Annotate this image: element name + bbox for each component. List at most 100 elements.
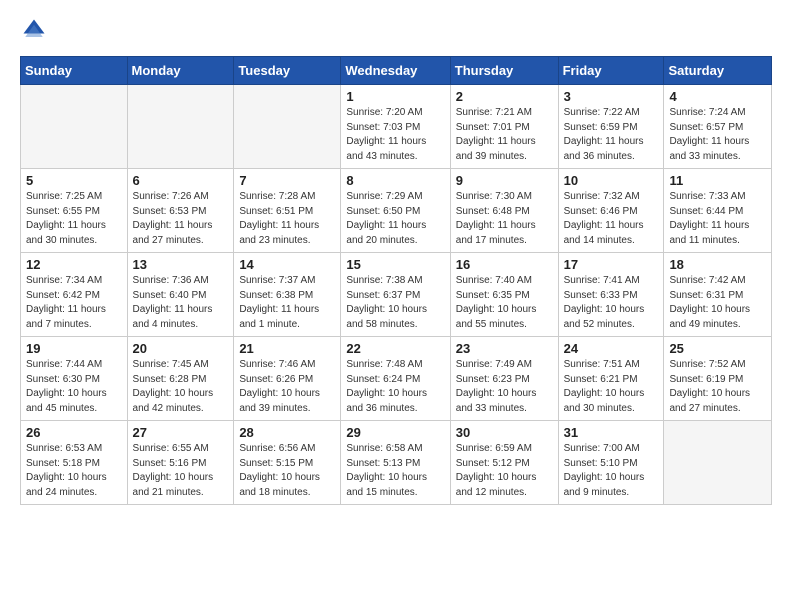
col-header-sunday: Sunday	[21, 57, 128, 85]
day-info: Sunrise: 7:21 AM Sunset: 7:01 PM Dayligh…	[456, 106, 553, 164]
day-info: Sunrise: 7:49 AM Sunset: 6:23 PM Dayligh…	[456, 358, 553, 416]
day-cell: 30 Sunrise: 6:59 AM Sunset: 5:12 PM Dayli…	[450, 421, 558, 505]
day-info: Sunrise: 6:59 AM Sunset: 5:12 PM Dayligh…	[456, 442, 553, 500]
day-number: 5	[26, 173, 122, 188]
logo-icon	[20, 16, 48, 44]
day-cell: 29Sunrise: 6:58 AM Sunset: 5:13 PM Dayli…	[341, 421, 450, 505]
day-cell: 13 Sunrise: 7:36 AM Sunset: 6:40 PM Dayli…	[127, 253, 234, 337]
day-number: 24	[564, 341, 659, 356]
day-info: Sunrise: 7:46 AM Sunset: 6:26 PM Dayligh…	[239, 358, 335, 416]
week-row-2: 5 Sunrise: 7:25 AM Sunset: 6:55 PM Daylig…	[21, 169, 772, 253]
day-cell	[664, 421, 772, 505]
day-number: 23	[456, 341, 553, 356]
day-number: 11	[669, 173, 766, 188]
day-number: 25	[669, 341, 766, 356]
day-cell: 21 Sunrise: 7:46 AM Sunset: 6:26 PM Dayli…	[234, 337, 341, 421]
day-info: Sunrise: 7:24 AM Sunset: 6:57 PM Dayligh…	[669, 106, 766, 164]
week-row-5: 26 Sunrise: 6:53 AM Sunset: 5:18 PM Dayli…	[21, 421, 772, 505]
day-info: Sunrise: 7:28 AM Sunset: 6:51 PM Dayligh…	[239, 190, 335, 248]
day-number: 30	[456, 425, 553, 440]
day-cell: 7 Sunrise: 7:28 AM Sunset: 6:51 PM Daylig…	[234, 169, 341, 253]
day-cell: 5 Sunrise: 7:25 AM Sunset: 6:55 PM Daylig…	[21, 169, 128, 253]
calendar-header-row: SundayMondayTuesdayWednesdayThursdayFrid…	[21, 57, 772, 85]
day-cell	[234, 85, 341, 169]
day-number: 12	[26, 257, 122, 272]
col-header-monday: Monday	[127, 57, 234, 85]
col-header-friday: Friday	[558, 57, 664, 85]
day-info: Sunrise: 7:38 AM Sunset: 6:37 PM Dayligh…	[346, 274, 444, 332]
day-info: Sunrise: 7:00 AM Sunset: 5:10 PM Dayligh…	[564, 442, 659, 500]
week-row-3: 12Sunrise: 7:34 AM Sunset: 6:42 PM Dayli…	[21, 253, 772, 337]
day-info: Sunrise: 7:33 AM Sunset: 6:44 PM Dayligh…	[669, 190, 766, 248]
day-cell: 4 Sunrise: 7:24 AM Sunset: 6:57 PM Daylig…	[664, 85, 772, 169]
day-info: Sunrise: 7:25 AM Sunset: 6:55 PM Dayligh…	[26, 190, 122, 248]
day-cell: 20 Sunrise: 7:45 AM Sunset: 6:28 PM Dayli…	[127, 337, 234, 421]
day-number: 17	[564, 257, 659, 272]
day-cell: 23 Sunrise: 7:49 AM Sunset: 6:23 PM Dayli…	[450, 337, 558, 421]
day-cell	[127, 85, 234, 169]
day-cell: 24 Sunrise: 7:51 AM Sunset: 6:21 PM Dayli…	[558, 337, 664, 421]
day-info: Sunrise: 6:55 AM Sunset: 5:16 PM Dayligh…	[133, 442, 229, 500]
day-number: 14	[239, 257, 335, 272]
day-info: Sunrise: 7:32 AM Sunset: 6:46 PM Dayligh…	[564, 190, 659, 248]
day-info: Sunrise: 7:30 AM Sunset: 6:48 PM Dayligh…	[456, 190, 553, 248]
day-cell: 9Sunrise: 7:30 AM Sunset: 6:48 PM Daylig…	[450, 169, 558, 253]
day-cell: 17Sunrise: 7:41 AM Sunset: 6:33 PM Dayli…	[558, 253, 664, 337]
col-header-tuesday: Tuesday	[234, 57, 341, 85]
calendar-table: SundayMondayTuesdayWednesdayThursdayFrid…	[20, 56, 772, 505]
day-cell: 11 Sunrise: 7:33 AM Sunset: 6:44 PM Dayli…	[664, 169, 772, 253]
day-number: 3	[564, 89, 659, 104]
day-number: 26	[26, 425, 122, 440]
day-number: 1	[346, 89, 444, 104]
day-info: Sunrise: 7:26 AM Sunset: 6:53 PM Dayligh…	[133, 190, 229, 248]
day-info: Sunrise: 7:42 AM Sunset: 6:31 PM Dayligh…	[669, 274, 766, 332]
day-cell	[21, 85, 128, 169]
day-info: Sunrise: 7:52 AM Sunset: 6:19 PM Dayligh…	[669, 358, 766, 416]
day-info: Sunrise: 7:51 AM Sunset: 6:21 PM Dayligh…	[564, 358, 659, 416]
day-number: 7	[239, 173, 335, 188]
header	[20, 16, 772, 44]
day-number: 21	[239, 341, 335, 356]
day-cell: 12Sunrise: 7:34 AM Sunset: 6:42 PM Dayli…	[21, 253, 128, 337]
day-number: 13	[133, 257, 229, 272]
page: SundayMondayTuesdayWednesdayThursdayFrid…	[0, 0, 792, 525]
day-cell: 16 Sunrise: 7:40 AM Sunset: 6:35 PM Dayli…	[450, 253, 558, 337]
day-cell: 14Sunrise: 7:37 AM Sunset: 6:38 PM Dayli…	[234, 253, 341, 337]
day-number: 29	[346, 425, 444, 440]
day-number: 20	[133, 341, 229, 356]
day-cell: 1Sunrise: 7:20 AM Sunset: 7:03 PM Daylig…	[341, 85, 450, 169]
day-info: Sunrise: 6:53 AM Sunset: 5:18 PM Dayligh…	[26, 442, 122, 500]
day-info: Sunrise: 6:56 AM Sunset: 5:15 PM Dayligh…	[239, 442, 335, 500]
day-cell: 28 Sunrise: 6:56 AM Sunset: 5:15 PM Dayli…	[234, 421, 341, 505]
day-number: 10	[564, 173, 659, 188]
day-cell: 10 Sunrise: 7:32 AM Sunset: 6:46 PM Dayli…	[558, 169, 664, 253]
col-header-saturday: Saturday	[664, 57, 772, 85]
day-number: 16	[456, 257, 553, 272]
day-info: Sunrise: 7:48 AM Sunset: 6:24 PM Dayligh…	[346, 358, 444, 416]
day-number: 31	[564, 425, 659, 440]
day-number: 19	[26, 341, 122, 356]
day-cell: 2 Sunrise: 7:21 AM Sunset: 7:01 PM Daylig…	[450, 85, 558, 169]
day-cell: 22 Sunrise: 7:48 AM Sunset: 6:24 PM Dayli…	[341, 337, 450, 421]
day-number: 2	[456, 89, 553, 104]
day-number: 6	[133, 173, 229, 188]
day-info: Sunrise: 7:40 AM Sunset: 6:35 PM Dayligh…	[456, 274, 553, 332]
day-info: Sunrise: 7:29 AM Sunset: 6:50 PM Dayligh…	[346, 190, 444, 248]
day-cell: 31 Sunrise: 7:00 AM Sunset: 5:10 PM Dayli…	[558, 421, 664, 505]
logo	[20, 16, 52, 44]
week-row-1: 1Sunrise: 7:20 AM Sunset: 7:03 PM Daylig…	[21, 85, 772, 169]
day-number: 18	[669, 257, 766, 272]
day-cell: 15Sunrise: 7:38 AM Sunset: 6:37 PM Dayli…	[341, 253, 450, 337]
week-row-4: 19 Sunrise: 7:44 AM Sunset: 6:30 PM Dayli…	[21, 337, 772, 421]
day-info: Sunrise: 7:45 AM Sunset: 6:28 PM Dayligh…	[133, 358, 229, 416]
day-number: 28	[239, 425, 335, 440]
day-info: Sunrise: 7:36 AM Sunset: 6:40 PM Dayligh…	[133, 274, 229, 332]
day-number: 22	[346, 341, 444, 356]
day-number: 8	[346, 173, 444, 188]
day-cell: 19 Sunrise: 7:44 AM Sunset: 6:30 PM Dayli…	[21, 337, 128, 421]
col-header-thursday: Thursday	[450, 57, 558, 85]
day-cell: 18 Sunrise: 7:42 AM Sunset: 6:31 PM Dayli…	[664, 253, 772, 337]
day-info: Sunrise: 7:44 AM Sunset: 6:30 PM Dayligh…	[26, 358, 122, 416]
day-number: 4	[669, 89, 766, 104]
col-header-wednesday: Wednesday	[341, 57, 450, 85]
